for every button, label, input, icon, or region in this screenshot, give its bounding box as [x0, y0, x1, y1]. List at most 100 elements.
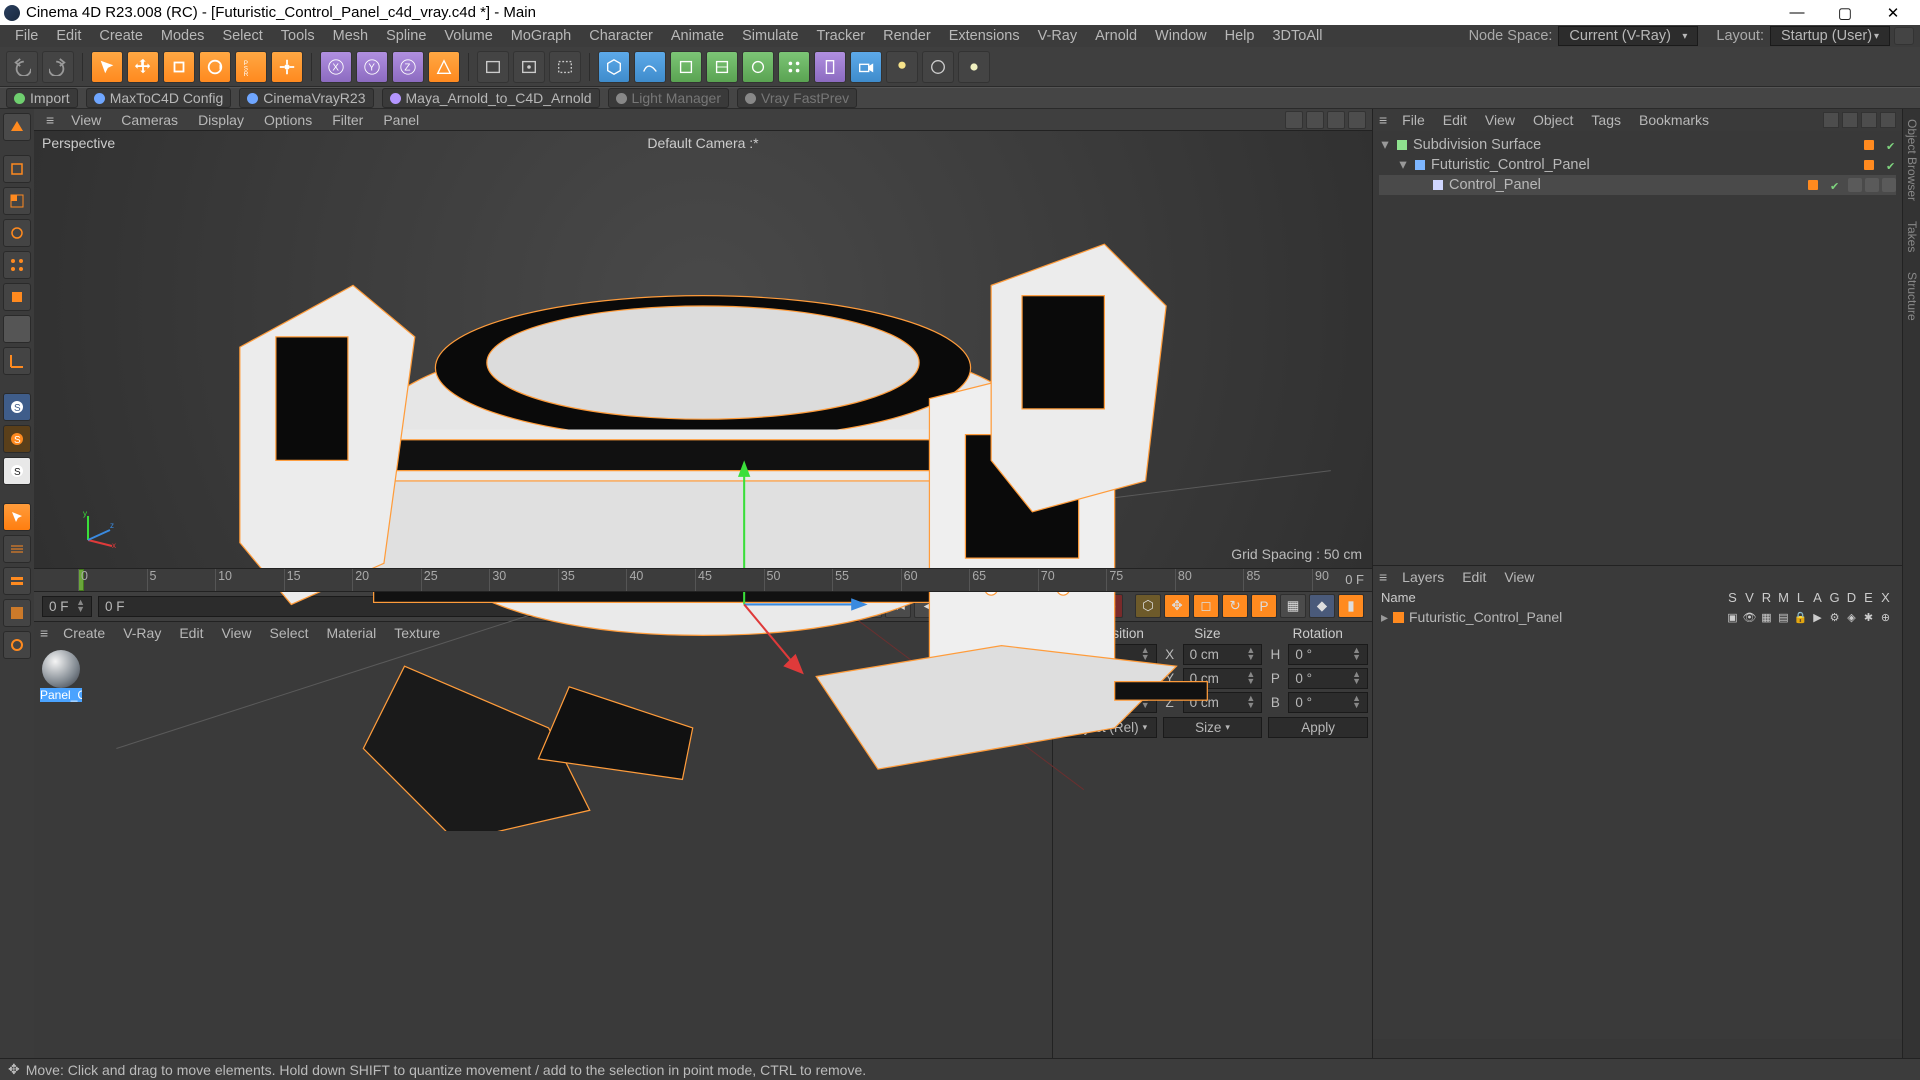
add-camera-icon[interactable]	[850, 51, 882, 83]
render-settings-icon[interactable]	[477, 51, 509, 83]
point-mode-icon[interactable]	[3, 251, 31, 279]
plugin-light-manager[interactable]: Light Manager	[608, 88, 730, 108]
menu-mograph[interactable]: MoGraph	[502, 28, 580, 44]
layer-row[interactable]: ▸ Futuristic_Control_Panel ▣ 👁 ▦ ▤ 🔒 ▶ ⚙…	[1373, 607, 1902, 628]
vis-toggle-icon[interactable]: ✔	[1886, 140, 1896, 150]
add-spline-icon[interactable]	[634, 51, 666, 83]
tree-expand-icon[interactable]: ▾	[1397, 157, 1409, 173]
layer-lock-icon[interactable]: 🔒	[1793, 610, 1808, 625]
layer-swatch[interactable]	[1864, 140, 1874, 150]
axis-xy-icon[interactable]	[3, 347, 31, 375]
menu-help[interactable]: Help	[1216, 28, 1264, 44]
axis-tool-icon[interactable]	[271, 51, 303, 83]
layer-gen-icon[interactable]: ⚙	[1827, 610, 1842, 625]
layers-menu-layers[interactable]: Layers	[1393, 569, 1453, 585]
hamburger-icon[interactable]: ≡	[1373, 569, 1393, 585]
menu-window[interactable]: Window	[1146, 28, 1216, 44]
object-mode-icon[interactable]	[3, 155, 31, 183]
menu-modes[interactable]: Modes	[152, 28, 214, 44]
layout-settings-icon[interactable]	[1894, 27, 1914, 45]
edge-mode-icon[interactable]	[3, 283, 31, 311]
redo-icon[interactable]	[42, 51, 74, 83]
add-light-icon[interactable]	[886, 51, 918, 83]
tag-icon[interactable]	[1848, 178, 1862, 192]
add-cloner-icon[interactable]	[778, 51, 810, 83]
om-menu-object[interactable]: Object	[1524, 112, 1582, 128]
om-menu-edit[interactable]: Edit	[1434, 112, 1476, 128]
layers-menu-edit[interactable]: Edit	[1453, 569, 1495, 585]
om-menu-file[interactable]: File	[1393, 112, 1434, 128]
vp-menu-cameras[interactable]: Cameras	[112, 112, 187, 128]
tree-item[interactable]: ▾Subdivision Surface✔	[1379, 135, 1896, 155]
add-primitive-icon[interactable]	[598, 51, 630, 83]
undo-icon[interactable]	[6, 51, 38, 83]
y-axis-icon[interactable]: Y	[356, 51, 388, 83]
window-maximize[interactable]: ▢	[1822, 1, 1868, 24]
vp-menu-panel[interactable]: Panel	[374, 112, 428, 128]
texture-mode-icon[interactable]	[3, 187, 31, 215]
layer-anim-icon[interactable]: ▶	[1810, 610, 1825, 625]
timeline[interactable]: 051015202530354045505560657075808590 0 F	[34, 568, 1372, 592]
snap-icon[interactable]: S	[3, 425, 31, 453]
vis-toggle-icon[interactable]: ✔	[1886, 160, 1896, 170]
hamburger-icon[interactable]: ≡	[1373, 112, 1393, 128]
vp-rotate-icon[interactable]	[1327, 111, 1345, 129]
x-axis-icon[interactable]: X	[320, 51, 352, 83]
layer-vis-icon[interactable]: 👁	[1742, 610, 1757, 625]
tree-expand-icon[interactable]: ▾	[1379, 137, 1391, 153]
move-tool-icon[interactable]	[127, 51, 159, 83]
add-generator-icon[interactable]	[670, 51, 702, 83]
menu-volume[interactable]: Volume	[435, 28, 501, 44]
soft-select-icon[interactable]: S	[3, 393, 31, 421]
menu-animate[interactable]: Animate	[662, 28, 733, 44]
work-plane-icon[interactable]: S	[3, 457, 31, 485]
menu-select[interactable]: Select	[213, 28, 271, 44]
add-tag-icon[interactable]	[958, 51, 990, 83]
viewport[interactable]: Perspective Default Camera :* Grid Spaci…	[34, 131, 1372, 568]
vp-menu-options[interactable]: Options	[255, 112, 321, 128]
menu-character[interactable]: Character	[580, 28, 662, 44]
vp-menu-display[interactable]: Display	[189, 112, 253, 128]
tree-item[interactable]: Control_Panel✔	[1379, 175, 1896, 195]
world-axis-icon[interactable]	[428, 51, 460, 83]
menu-mesh[interactable]: Mesh	[324, 28, 377, 44]
menu-edit[interactable]: Edit	[47, 28, 90, 44]
menu-create[interactable]: Create	[90, 28, 152, 44]
window-minimize[interactable]: —	[1774, 1, 1820, 24]
tab-takes[interactable]: Takes	[1903, 211, 1920, 262]
menu-arnold[interactable]: Arnold	[1086, 28, 1146, 44]
uv-mode-icon[interactable]	[3, 219, 31, 247]
tag-icon[interactable]	[1865, 178, 1879, 192]
plugin-vray-fastprev[interactable]: Vray FastPrev	[737, 88, 857, 108]
plugin-maxtoc4d[interactable]: MaxToC4D Config	[86, 88, 232, 108]
layout-dropdown[interactable]: Startup (User)▾	[1770, 26, 1890, 46]
vp-toggle-icon[interactable]	[1348, 111, 1366, 129]
rotate-tool-icon[interactable]	[199, 51, 231, 83]
scale-tool-icon[interactable]	[163, 51, 195, 83]
menu-tools[interactable]: Tools	[272, 28, 324, 44]
window-close[interactable]: ✕	[1870, 1, 1916, 24]
plugin-maya-arnold[interactable]: Maya_Arnold_to_C4D_Arnold	[382, 88, 600, 108]
add-env-icon[interactable]	[922, 51, 954, 83]
layer-solo-icon[interactable]: ▣	[1725, 610, 1740, 625]
vp-menu-view[interactable]: View	[62, 112, 110, 128]
tree-item[interactable]: ▾Futuristic_Control_Panel✔	[1379, 155, 1896, 175]
menu-3dtoall[interactable]: 3DToAll	[1263, 28, 1331, 44]
layer-def-icon[interactable]: ◈	[1844, 610, 1859, 625]
add-scene-icon[interactable]	[814, 51, 846, 83]
om-home-icon[interactable]	[1880, 112, 1896, 128]
layer-render-icon[interactable]: ▦	[1759, 610, 1774, 625]
menu-spline[interactable]: Spline	[377, 28, 435, 44]
vp-move-icon[interactable]	[1285, 111, 1303, 129]
menu-simulate[interactable]: Simulate	[733, 28, 807, 44]
vis-toggle-icon[interactable]: ✔	[1830, 180, 1840, 190]
render-region-icon[interactable]	[549, 51, 581, 83]
fill-select-icon[interactable]	[3, 599, 31, 627]
select-tool-icon[interactable]	[91, 51, 123, 83]
layer-swatch[interactable]	[1864, 160, 1874, 170]
ring-select-icon[interactable]	[3, 567, 31, 595]
vp-zoom-icon[interactable]	[1306, 111, 1324, 129]
layers-menu-view[interactable]: View	[1495, 569, 1543, 585]
plugin-import[interactable]: Import	[6, 88, 78, 108]
menu-render[interactable]: Render	[874, 28, 940, 44]
